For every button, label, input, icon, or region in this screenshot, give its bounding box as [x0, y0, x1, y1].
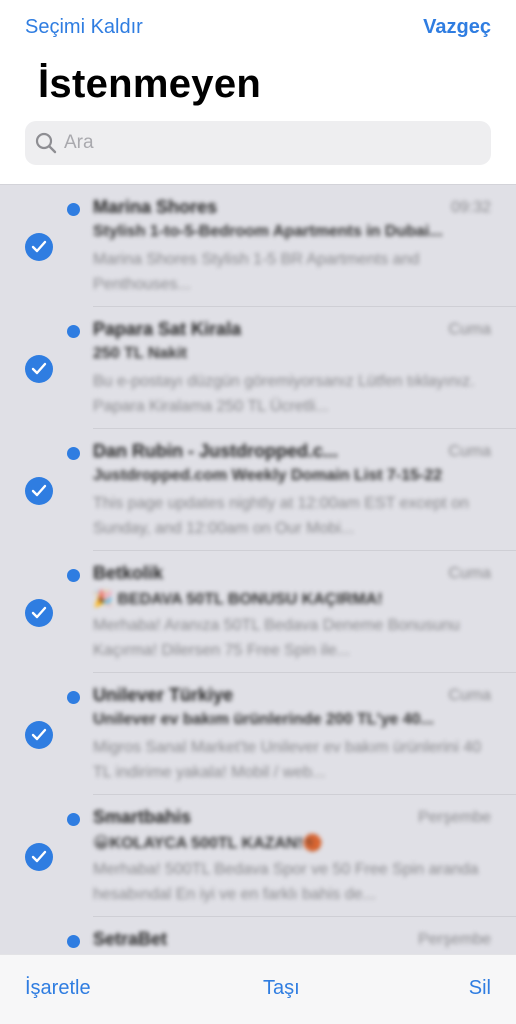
message-time: Cuma: [448, 565, 491, 582]
message-sender: Papara Sat Kirala: [93, 319, 242, 339]
message-content: Dan Rubin - Justdropped.c... Cuma Justdr…: [93, 441, 491, 541]
deselect-all-button[interactable]: Seçimi Kaldır: [25, 16, 143, 39]
message-sender: Unilever Türkiye: [93, 685, 234, 705]
message-subject: Unilever ev bakım ürünlerinde 200 TL'ye …: [93, 711, 434, 728]
message-subject: 250 TL Nakit: [93, 345, 187, 362]
message-row[interactable]: Papara Sat Kirala Cuma 250 TL Nakit Bu e…: [0, 307, 516, 429]
search-placeholder: Ara: [64, 132, 94, 153]
mark-button[interactable]: İşaretle: [25, 977, 91, 1000]
search-field[interactable]: Ara: [25, 121, 491, 165]
unread-dot-icon: [67, 325, 80, 338]
message-list[interactable]: Marina Shores 09:32 Stylish 1-to-5-Bedro…: [0, 184, 516, 954]
message-content: Papara Sat Kirala Cuma 250 TL Nakit Bu e…: [93, 319, 491, 419]
message-time: Perşembe: [418, 809, 491, 826]
unread-dot-icon: [67, 569, 80, 582]
unread-dot-icon: [67, 203, 80, 216]
message-preview: This page updates nightly at 12:00am EST…: [93, 495, 469, 537]
message-subject: 😀KOLAYCA 500TL KAZAN!🏀: [93, 835, 323, 852]
message-time: Perşembe: [418, 931, 491, 948]
message-row[interactable]: Smartbahis Perşembe 😀KOLAYCA 500TL KAZAN…: [0, 795, 516, 917]
unread-dot-icon: [67, 813, 80, 826]
selected-check-icon[interactable]: [25, 599, 53, 627]
unread-dot-icon: [67, 447, 80, 460]
message-sender: Betkolik: [93, 563, 164, 583]
message-time: Cuma: [448, 687, 491, 704]
message-row[interactable]: Unilever Türkiye Cuma Unilever ev bakım …: [0, 673, 516, 795]
message-row[interactable]: SetraBet Perşembe: [0, 917, 516, 954]
selected-check-icon[interactable]: [25, 233, 53, 261]
message-preview: Migros Sanal Market'te Unilever ev bakım…: [93, 739, 482, 781]
message-content: SetraBet Perşembe: [93, 929, 491, 954]
selected-check-icon[interactable]: [25, 355, 53, 383]
unread-dot-icon: [67, 691, 80, 704]
move-button[interactable]: Taşı: [263, 977, 300, 1000]
message-row[interactable]: Betkolik Cuma 🎉 BEDAVA 50TL BONUSU KAÇIR…: [0, 551, 516, 673]
message-sender: Marina Shores: [93, 197, 218, 217]
message-sender: SetraBet: [93, 929, 168, 949]
message-row[interactable]: Dan Rubin - Justdropped.c... Cuma Justdr…: [0, 429, 516, 551]
message-content: Smartbahis Perşembe 😀KOLAYCA 500TL KAZAN…: [93, 807, 491, 907]
message-time: Cuma: [448, 443, 491, 460]
message-content: Betkolik Cuma 🎉 BEDAVA 50TL BONUSU KAÇIR…: [93, 563, 491, 663]
message-row[interactable]: Marina Shores 09:32 Stylish 1-to-5-Bedro…: [0, 185, 516, 307]
bottom-toolbar: İşaretle Taşı Sil: [0, 954, 516, 1024]
message-preview: Merhaba! Aranıza 50TL Bedava Deneme Bonu…: [93, 617, 460, 659]
message-sender: Smartbahis: [93, 807, 192, 827]
navigation-bar: Seçimi Kaldır Vazgeç: [0, 0, 516, 56]
delete-button[interactable]: Sil: [469, 977, 491, 1000]
message-preview: Bu e-postayı düzgün göremiyorsanız Lütfe…: [93, 373, 475, 415]
message-content: Unilever Türkiye Cuma Unilever ev bakım …: [93, 685, 491, 785]
selected-check-icon[interactable]: [25, 843, 53, 871]
message-time: Cuma: [448, 321, 491, 338]
message-subject: 🎉 BEDAVA 50TL BONUSU KAÇIRMA!: [93, 591, 383, 608]
cancel-button[interactable]: Vazgeç: [423, 16, 491, 39]
message-preview: Merhaba! 500TL Bedava Spor ve 50 Free Sp…: [93, 861, 479, 903]
message-subject: Stylish 1-to-5-Bedroom Apartments in Dub…: [93, 223, 443, 240]
search-icon: [35, 132, 57, 154]
selected-check-icon[interactable]: [25, 477, 53, 505]
selected-check-icon[interactable]: [25, 721, 53, 749]
message-content: Marina Shores 09:32 Stylish 1-to-5-Bedro…: [93, 197, 491, 297]
page-title: İstenmeyen: [38, 62, 262, 106]
message-time: 09:32: [450, 199, 491, 216]
message-sender: Dan Rubin - Justdropped.c...: [93, 441, 339, 461]
unread-dot-icon: [67, 935, 80, 948]
message-subject: Justdropped.com Weekly Domain List 7-15-…: [93, 467, 443, 484]
message-preview: Marina Shores Stylish 1-5 BR Apartments …: [93, 251, 420, 293]
